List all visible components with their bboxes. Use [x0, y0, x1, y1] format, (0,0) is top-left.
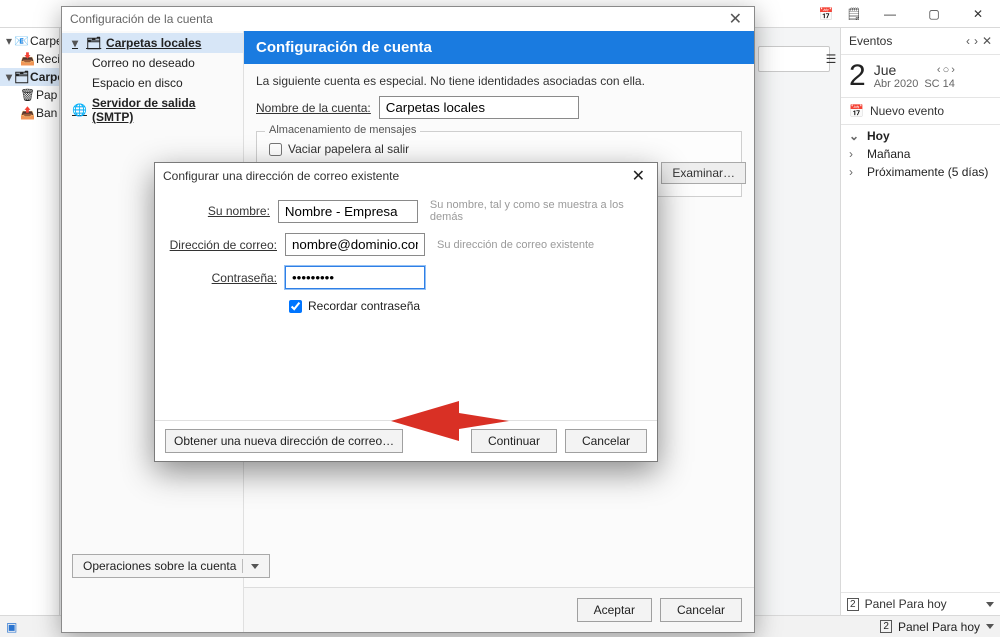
configure-email-title: Configurar una dirección de correo exist…	[163, 169, 399, 183]
sidebar-item-disk-space[interactable]: Espacio en disco	[62, 73, 243, 93]
chevron-down-icon[interactable]	[986, 602, 994, 607]
events-footer-label[interactable]: Panel Para hoy	[865, 597, 947, 611]
empty-trash-label: Vaciar papelera al salir	[288, 142, 409, 156]
remember-password-label: Recordar contraseña	[308, 299, 420, 313]
search-box-fragment[interactable]	[758, 46, 830, 72]
sidebar-item-smtp[interactable]: 🌐 Servidor de salida (SMTP)	[62, 93, 243, 127]
trash-icon: 🗑	[20, 88, 34, 102]
empty-trash-checkbox[interactable]	[269, 143, 282, 156]
folder-icon: 🗂	[14, 70, 28, 84]
settings-banner: Configuración de cuenta	[244, 31, 754, 64]
inbox-icon: 📥	[20, 52, 34, 66]
date-next-button[interactable]: ›	[951, 64, 955, 76]
password-label: Contraseña:	[167, 271, 277, 285]
tree-item[interactable]: 📤Ban	[0, 104, 59, 122]
tree-item[interactable]: 🗑Pap	[0, 86, 59, 104]
name-input[interactable]	[278, 200, 418, 223]
tree-item[interactable]: ▾🗂Carpe	[0, 68, 59, 86]
status-app-icon: ▣	[6, 620, 17, 634]
name-label: Su nombre:	[167, 204, 270, 218]
tree-item[interactable]: ▾📧Carpe	[0, 32, 59, 50]
events-section-tomorrow[interactable]: ›Mañana	[849, 147, 992, 161]
cancel-button[interactable]: Cancelar	[660, 598, 742, 622]
account-name-input[interactable]	[379, 96, 579, 119]
close-window-button[interactable]: ✕	[956, 0, 1000, 28]
events-next-button[interactable]: ›	[974, 34, 978, 48]
configure-email-dialog: Configurar una dirección de correo exist…	[154, 162, 658, 462]
storage-group-title: Almacenamiento de mensajes	[265, 124, 420, 136]
date-today-button[interactable]: ○	[943, 64, 950, 76]
cancel-button[interactable]: Cancelar	[565, 429, 647, 453]
events-day-number: 2	[849, 61, 866, 91]
folder-tree: ▾📧Carpe 📥Recib ▾🗂Carpe 🗑Pap 📤Ban	[0, 28, 60, 615]
sidebar-item-junk[interactable]: Correo no deseado	[62, 53, 243, 73]
remember-password-checkbox[interactable]	[289, 300, 302, 313]
mail-icon: 📧	[14, 34, 28, 48]
events-section-today[interactable]: ⌄Hoy	[849, 129, 992, 143]
status-panel-label[interactable]: Panel Para hoy	[898, 620, 980, 634]
chevron-down-icon[interactable]	[986, 624, 994, 629]
email-hint: Su dirección de correo existente	[437, 239, 594, 251]
browse-button[interactable]: Examinar…	[661, 162, 746, 184]
close-icon[interactable]: ✕	[628, 166, 649, 186]
events-title: Eventos	[849, 34, 892, 48]
minimize-button[interactable]: —	[868, 0, 912, 28]
get-new-address-button[interactable]: Obtener una nueva dirección de correo…	[165, 429, 403, 453]
calendar-day-icon: 2	[847, 598, 859, 611]
outbox-icon: 📤	[20, 106, 34, 120]
menu-icon[interactable]: ☰	[824, 46, 838, 72]
close-icon[interactable]: ✕	[725, 9, 746, 29]
account-operations-button[interactable]: Operaciones sobre la cuenta	[72, 554, 270, 578]
notes-icon[interactable]: 🗒	[840, 0, 868, 28]
events-panel: Eventos ‹ › ✕ 2 Jue ‹ ○ › Abr 2020	[840, 28, 1000, 615]
dialog-title: Configuración de la cuenta	[70, 12, 213, 26]
globe-icon: 🌐	[72, 103, 86, 117]
maximize-button[interactable]: ▢	[912, 0, 956, 28]
calendar-icon[interactable]: 📅	[812, 0, 840, 28]
events-close-button[interactable]: ✕	[982, 34, 992, 48]
continue-button[interactable]: Continuar	[471, 429, 557, 453]
folder-icon: 🗂	[86, 36, 100, 50]
sidebar-item-local-folders[interactable]: ▾🗂 Carpetas locales	[62, 33, 243, 53]
events-prev-button[interactable]: ‹	[966, 34, 970, 48]
calendar-day-icon: 2	[880, 620, 892, 633]
events-week: SC 14	[924, 78, 955, 90]
date-prev-button[interactable]: ‹	[937, 64, 941, 76]
settings-description: La siguiente cuenta es especial. No tien…	[256, 74, 742, 88]
name-hint: Su nombre, tal y como se muestra a los d…	[430, 199, 645, 223]
ok-button[interactable]: Aceptar	[577, 598, 652, 622]
chevron-down-icon	[251, 564, 259, 569]
events-section-soon[interactable]: ›Próximamente (5 días)	[849, 165, 992, 179]
email-input[interactable]	[285, 233, 425, 256]
email-label: Dirección de correo:	[167, 238, 277, 252]
account-name-label: Nombre de la cuenta:	[256, 101, 371, 115]
tree-item[interactable]: 📥Recib	[0, 50, 59, 68]
password-input[interactable]	[285, 266, 425, 289]
events-month: Abr 2020	[874, 78, 919, 90]
calendar-plus-icon: 📅	[849, 104, 864, 118]
events-day-name: Jue	[874, 62, 897, 78]
new-event-button[interactable]: 📅 Nuevo evento	[841, 98, 1000, 125]
